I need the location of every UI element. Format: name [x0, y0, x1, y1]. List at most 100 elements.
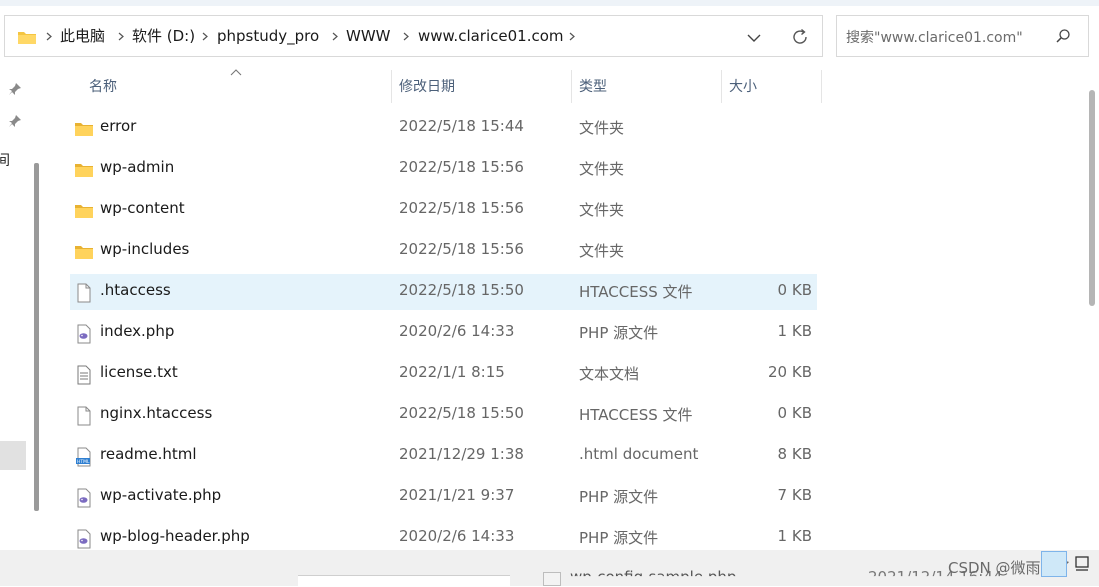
- file-row[interactable]: nginx.htaccess 2022/5/18 15:50 HTACCESS 文件…: [70, 397, 817, 433]
- pin-icon[interactable]: [8, 114, 22, 128]
- column-divider[interactable]: [391, 70, 392, 103]
- file-row[interactable]: license.txt 2022/1/1 8:15 文本文档 20 KB: [70, 356, 817, 392]
- file-modified-date: 2022/5/18 15:56: [399, 240, 524, 258]
- file-name: .htaccess: [100, 281, 171, 299]
- folder-row[interactable]: wp-content 2022/5/18 15:56 文件夹: [70, 192, 817, 228]
- file-row[interactable]: index.php 2020/2/6 14:33 PHP 源文件 1 KB: [70, 315, 817, 351]
- file-modified-date: 2022/5/18 15:44: [399, 117, 524, 135]
- column-header-type[interactable]: 类型: [579, 76, 607, 96]
- file-size: 7 KB: [777, 486, 812, 504]
- folder-row[interactable]: wp-admin 2022/5/18 15:56 文件夹: [70, 151, 817, 187]
- chevron-right-icon[interactable]: [201, 32, 209, 41]
- breadcrumb-drive-d[interactable]: 软件 (D:): [132, 26, 195, 46]
- breadcrumb-phpstudy-pro[interactable]: phpstudy_pro: [217, 26, 319, 46]
- folder-row[interactable]: wp-includes 2022/5/18 15:56 文件夹: [70, 233, 817, 269]
- file-type: PHP 源文件: [579, 529, 659, 547]
- details-view-button[interactable]: [1041, 551, 1067, 577]
- text-file-icon: [74, 365, 94, 385]
- address-bar[interactable]: 此电脑 软件 (D:) phpstudy_pro WWW www.clarice…: [4, 15, 823, 57]
- file-type: 文件夹: [579, 201, 625, 219]
- file-type: 文件夹: [579, 119, 625, 137]
- file-type: PHP 源文件: [579, 488, 659, 506]
- chevron-right-icon[interactable]: [117, 32, 125, 41]
- chevron-right-icon[interactable]: [402, 32, 410, 41]
- file-row[interactable]: HTML readme.html 2021/12/29 1:38 .html docu…: [70, 438, 817, 474]
- nav-item-label-fragment[interactable]: 间: [0, 150, 10, 170]
- file-name: nginx.htaccess: [100, 404, 213, 422]
- file-type: 文件夹: [579, 242, 625, 260]
- refresh-icon[interactable]: [789, 26, 811, 48]
- file-icon: [74, 406, 94, 426]
- file-size: 1 KB: [777, 527, 812, 545]
- file-type: HTACCESS 文件: [579, 406, 693, 424]
- file-modified-date: 2022/1/1 8:15: [399, 363, 505, 381]
- file-size: 8 KB: [777, 445, 812, 463]
- file-name: license.txt: [100, 363, 178, 381]
- column-header-name[interactable]: 名称: [89, 76, 117, 96]
- top-strip: [0, 0, 1099, 6]
- file-name: error: [100, 117, 137, 135]
- search-icon[interactable]: [1055, 28, 1071, 44]
- search-input[interactable]: 搜索"www.clarice01.com": [836, 15, 1089, 57]
- pin-icon[interactable]: [8, 82, 22, 96]
- php-file-icon: [74, 529, 94, 549]
- file-name: readme.html: [100, 445, 197, 463]
- column-divider[interactable]: [821, 70, 822, 103]
- file-modified-date: 2021/1/21 9:37: [399, 486, 515, 504]
- large-icons-view-icon[interactable]: [1073, 555, 1091, 573]
- file-row[interactable]: wp-activate.php 2021/1/21 9:37 PHP 源文件 7 KB: [70, 479, 817, 515]
- file-name: wp-includes: [100, 240, 190, 258]
- folder-icon: [74, 119, 94, 139]
- file-modified-date: 2021/12/29 1:38: [399, 445, 524, 463]
- file-name: wp-content: [100, 199, 185, 217]
- chevron-right-icon[interactable]: [331, 32, 339, 41]
- file-modified-date: 2022/5/18 15:50: [399, 404, 524, 422]
- navigation-pane[interactable]: 间: [0, 70, 48, 550]
- scrollbar-thumb[interactable]: [1089, 90, 1095, 306]
- breadcrumb-this-pc[interactable]: 此电脑: [60, 26, 105, 46]
- html-file-icon: HTML: [74, 447, 94, 467]
- column-header-row: 名称 修改日期 类型 大小: [70, 69, 822, 103]
- file-row[interactable]: .htaccess 2022/5/18 15:50 HTACCESS 文件 0 KB: [70, 274, 817, 310]
- file-name: wp-admin: [100, 158, 175, 176]
- file-size: 0 KB: [777, 281, 812, 299]
- breadcrumb-site-folder[interactable]: www.clarice01.com: [418, 26, 564, 46]
- file-type: HTACCESS 文件: [579, 283, 693, 301]
- column-header-date[interactable]: 修改日期: [399, 76, 455, 96]
- breadcrumb-www[interactable]: WWW: [346, 26, 391, 46]
- file-modified-date: 2020/2/6 14:33: [399, 527, 515, 545]
- file-name: index.php: [100, 322, 175, 340]
- folder-icon: [74, 242, 94, 262]
- chevron-right-icon[interactable]: [45, 32, 53, 41]
- folder-row[interactable]: error 2022/5/18 15:44 文件夹: [70, 110, 817, 146]
- nav-pane-bottom: [298, 575, 510, 587]
- search-placeholder: 搜索"www.clarice01.com": [846, 30, 1023, 46]
- file-name: wp-activate.php: [100, 486, 222, 504]
- file-type: .html document: [579, 445, 699, 463]
- php-file-icon: [74, 488, 94, 508]
- chevron-down-icon[interactable]: [743, 27, 765, 49]
- file-modified-date: 2020/2/6 14:33: [399, 322, 515, 340]
- file-type: PHP 源文件: [579, 324, 659, 342]
- file-icon: [74, 283, 94, 303]
- nav-selected-item[interactable]: [0, 441, 26, 470]
- chevron-right-icon[interactable]: [568, 32, 576, 41]
- file-modified-date: 2022/5/18 15:56: [399, 158, 524, 176]
- file-modified-date: 2022/5/18 15:50: [399, 281, 524, 299]
- file-icon: [543, 572, 561, 586]
- folder-icon: [74, 201, 94, 221]
- column-header-size[interactable]: 大小: [729, 76, 757, 96]
- file-size: 1 KB: [777, 322, 812, 340]
- php-file-icon: [74, 324, 94, 344]
- column-divider[interactable]: [721, 70, 722, 103]
- file-type: 文本文档: [579, 365, 640, 383]
- column-divider[interactable]: [571, 70, 572, 103]
- file-type: 文件夹: [579, 160, 625, 178]
- nav-scrollbar[interactable]: [34, 163, 39, 511]
- file-modified-date: 2022/5/18 15:56: [399, 199, 524, 217]
- sort-ascending-icon: [230, 69, 242, 76]
- folder-icon: [74, 160, 94, 180]
- folder-icon: [18, 32, 36, 44]
- file-name: wp-blog-header.php: [100, 527, 250, 545]
- file-size: 20 KB: [768, 363, 812, 381]
